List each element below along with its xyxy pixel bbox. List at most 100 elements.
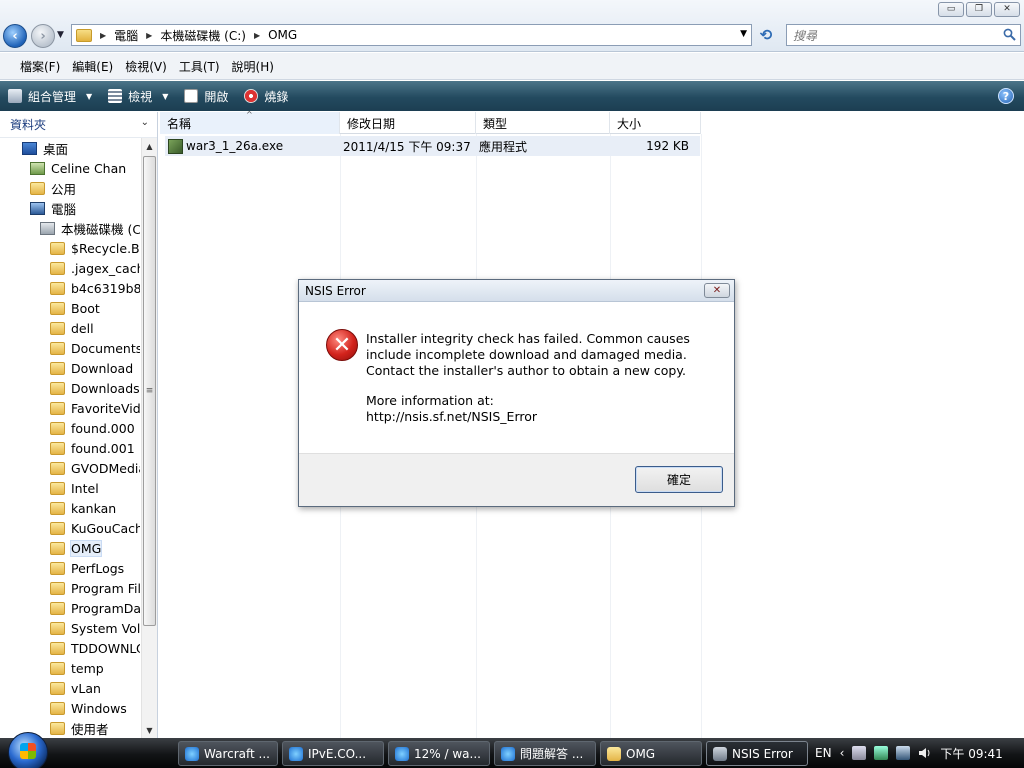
menu-view[interactable]: 檢視(V) [119,58,173,75]
organize-button[interactable]: 組合管理 ▼ [8,88,92,105]
language-indicator[interactable]: EN [815,746,832,760]
address-dropdown-button[interactable]: ▼ [740,29,747,39]
tree-item[interactable]: kankan [0,498,140,518]
back-button[interactable]: ‹ [3,24,27,48]
tree-item[interactable]: found.000 [0,418,140,438]
network-icon[interactable] [896,746,911,760]
file-size: 192 KB [646,139,689,153]
search-icon[interactable] [1003,28,1016,41]
tray-app-icon[interactable] [852,746,867,760]
recent-pages-button[interactable]: ▼ [57,30,64,40]
breadcrumb-separator[interactable]: ▶ [254,31,260,40]
close-button[interactable]: ✕ [994,2,1020,17]
taskbar-button-label: OMG [626,746,656,761]
document-icon [184,89,199,103]
column-modified[interactable]: 修改日期 [340,112,476,134]
tree-item[interactable]: 桌面 [0,138,140,158]
file-name: war3_1_26a.exe [186,138,284,153]
folder-icon [50,521,65,535]
tree-item[interactable]: OMG [0,538,140,558]
tree-item[interactable]: b4c6319b8f [0,278,140,298]
tree-item[interactable]: TDDOWNLOAD [0,638,140,658]
taskbar-button[interactable]: IPvE.CO... [282,741,384,766]
refresh-button[interactable]: ⟲ [754,24,778,46]
tree-item[interactable]: 公用 [0,178,140,198]
folder-icon [607,746,621,761]
taskbar-button[interactable]: NSIS Error [706,741,808,766]
taskbar-button[interactable]: 12% / wa... [388,741,490,766]
column-type[interactable]: 類型 [476,112,610,134]
tree-item[interactable]: Windows [0,698,140,718]
tree-item[interactable]: $Recycle.Bin [0,238,140,258]
security-icon[interactable] [874,746,889,760]
folder-tree: 桌面 Celine Chan 公用電腦本機磁碟機 (C: $Recycle.Bin .j… [0,138,140,738]
menu-file[interactable]: 檔案(F) [14,58,66,75]
dialog-title-bar[interactable]: NSIS Error ✕ [299,280,734,302]
taskbar-button[interactable]: OMG [600,741,702,766]
taskbar-button-label: 問題解答 ... [520,747,584,761]
scroll-down-button[interactable]: ▼ [142,722,157,738]
search-input[interactable]: 搜尋 [786,24,1021,46]
tree-item[interactable]: PerfLogs [0,558,140,578]
tree-item[interactable]: found.001 [0,438,140,458]
menu-tools[interactable]: 工具(T) [173,58,226,75]
column-name[interactable]: 名稱 ^ [160,110,340,134]
breadcrumb-separator[interactable]: ▶ [100,31,106,40]
taskbar-button[interactable]: 問題解答 ... [494,741,596,766]
tree-item[interactable]: vLan [0,678,140,698]
volume-icon[interactable] [918,746,932,760]
ie-icon [185,746,199,761]
tree-item[interactable]: KuGouCache [0,518,140,538]
menu-edit[interactable]: 編輯(E) [66,58,119,75]
taskbar-button[interactable]: Warcraft ... [178,741,278,766]
tree-item-label: 公用 [51,181,77,197]
tree-item[interactable]: Intel [0,478,140,498]
show-hidden-icons-button[interactable]: ‹ [840,746,845,760]
maximize-button[interactable]: ❐ [966,2,992,17]
tree-item[interactable]: ProgramData [0,598,140,618]
tree-item[interactable]: Celine Chan [0,158,140,178]
tree-item[interactable]: .jagex_cache [0,258,140,278]
breadcrumb-omg[interactable]: OMG [268,28,297,42]
chevron-down-icon[interactable]: ⌄ [141,117,149,128]
scroll-thumb[interactable]: ≡ [143,156,156,626]
start-button[interactable] [8,732,48,768]
tree-item[interactable]: Program Files [0,578,140,598]
tree-item[interactable]: Boot [0,298,140,318]
column-size[interactable]: 大小 [610,112,701,134]
breadcrumb-separator[interactable]: ▶ [146,31,152,40]
windows-logo-icon [20,743,36,759]
folder-tree-scrollbar[interactable]: ▲ ≡ ▼ [141,138,157,738]
tree-item[interactable]: dell [0,318,140,338]
burn-button[interactable]: 燒錄 [244,88,288,105]
folder-icon [76,28,92,42]
views-button[interactable]: 檢視 ▼ [108,88,168,105]
scroll-up-button[interactable]: ▲ [142,138,157,154]
tree-item-label: Intel [71,480,99,496]
breadcrumb-computer[interactable]: 電腦 [114,27,138,44]
tree-item[interactable]: FavoriteVide [0,398,140,418]
ok-button[interactable]: 確定 [635,466,723,493]
tree-item[interactable]: 電腦 [0,198,140,218]
clock[interactable]: 下午 09:41 [940,745,1002,762]
open-button[interactable]: 開啟 [184,88,228,105]
tree-item[interactable]: temp [0,658,140,678]
forward-button[interactable]: › [31,24,55,48]
tree-item[interactable]: Documents [0,338,140,358]
tree-item[interactable]: Download [0,358,140,378]
folder-icon [50,241,65,255]
help-button[interactable]: ? [998,88,1014,104]
folders-pane-header[interactable]: 資料夾 ⌄ [0,112,157,138]
dialog-close-button[interactable]: ✕ [704,283,730,298]
computer-icon [30,201,45,215]
breadcrumb-drive[interactable]: 本機磁碟機 (C:) [160,27,246,44]
tree-item[interactable]: System Volu [0,618,140,638]
tree-item[interactable]: Downloads [0,378,140,398]
tree-item[interactable]: 本機磁碟機 (C: [0,218,140,238]
minimize-button[interactable]: ▭ [938,2,964,17]
menu-help[interactable]: 說明(H) [226,58,280,75]
tree-item[interactable]: GVODMedia [0,458,140,478]
folder-icon [50,661,65,675]
address-bar[interactable]: ▶ 電腦 ▶ 本機磁碟機 (C:) ▶ OMG ▼ [71,24,752,46]
file-row[interactable]: war3_1_26a.exe 2011/4/15 下午 09:37 應用程式 1… [165,136,700,156]
